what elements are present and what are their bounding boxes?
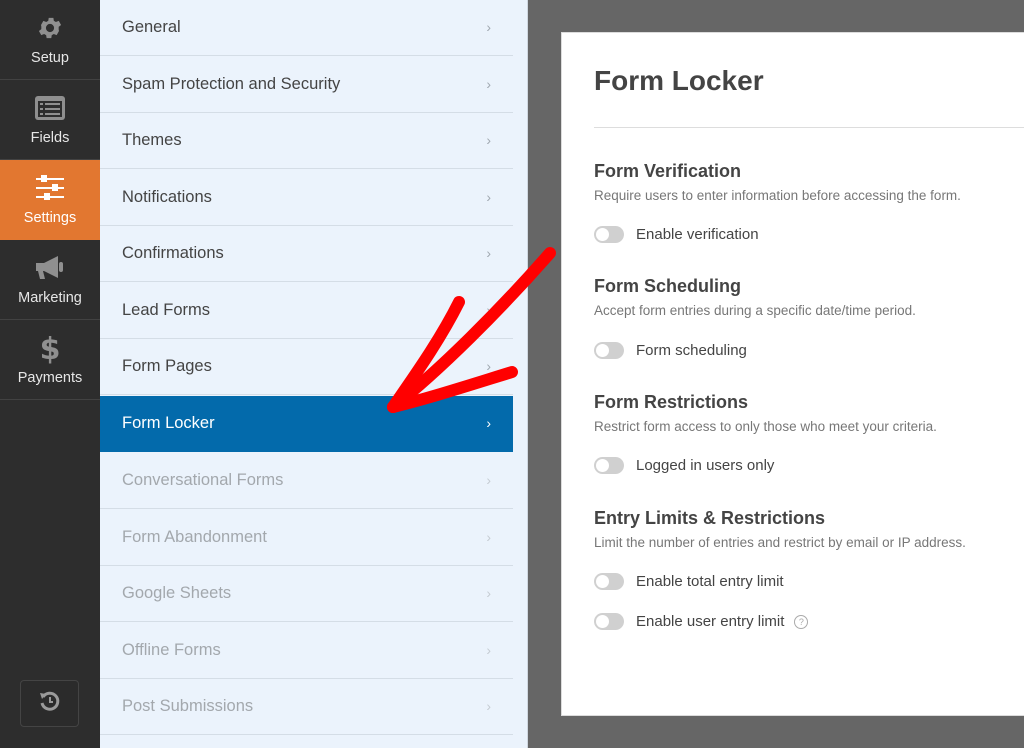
panel-item-lead-forms[interactable]: Lead Forms › bbox=[100, 283, 513, 339]
sliders-icon bbox=[34, 172, 66, 204]
panel-item-label: Notifications bbox=[122, 188, 212, 206]
chevron-right-icon: › bbox=[486, 471, 491, 488]
section-description: Limit the number of entries and restrict… bbox=[594, 535, 966, 550]
panel-item-label: Confirmations bbox=[122, 244, 224, 262]
section-heading: Entry Limits & Restrictions bbox=[594, 508, 826, 528]
chevron-right-icon: › bbox=[486, 244, 491, 261]
chevron-right-icon: › bbox=[486, 528, 491, 545]
enable-verification-toggle[interactable]: Enable verification bbox=[594, 226, 759, 243]
sidebar-item-label: Payments bbox=[17, 370, 83, 386]
section-description: Accept form entries during a specific da… bbox=[594, 303, 916, 318]
section-heading: Form Restrictions bbox=[594, 392, 749, 412]
panel-item-google-sheets[interactable]: Google Sheets › bbox=[100, 566, 513, 622]
history-icon bbox=[38, 689, 62, 718]
enable-user-entry-limit-toggle[interactable]: Enable user entry limit ? bbox=[594, 613, 809, 630]
panel-item-label: Form Abandonment bbox=[122, 528, 267, 546]
form-scheduling-toggle[interactable]: Form scheduling bbox=[594, 342, 747, 359]
sidebar-item-label: Fields bbox=[30, 130, 70, 146]
sidebar-item-settings[interactable]: Settings bbox=[0, 160, 100, 240]
sidebar-item-label: Marketing bbox=[18, 290, 82, 306]
section-description: Restrict form access to only those who m… bbox=[594, 419, 937, 434]
fields-list-icon bbox=[34, 92, 66, 124]
panel-item-spam-protection[interactable]: Spam Protection and Security › bbox=[100, 57, 513, 113]
sidebar-item-marketing[interactable]: Marketing bbox=[0, 240, 100, 320]
sidebar-item-payments[interactable]: $ Payments bbox=[0, 320, 100, 400]
panel-item-label: General bbox=[122, 18, 181, 36]
panel-item-offline-forms[interactable]: Offline Forms › bbox=[100, 623, 513, 679]
toggle-label: Form scheduling bbox=[636, 342, 747, 359]
sidebar-item-fields[interactable]: Fields bbox=[0, 80, 100, 160]
toggle-label: Enable user entry limit bbox=[636, 613, 785, 630]
dollar-icon: $ bbox=[34, 332, 66, 364]
section-description: Require users to enter information befor… bbox=[594, 188, 961, 203]
section-form-scheduling: Form Scheduling Accept form entries duri… bbox=[594, 276, 1024, 318]
panel-item-themes[interactable]: Themes › bbox=[100, 113, 513, 169]
title-divider bbox=[594, 127, 1024, 128]
svg-text:$: $ bbox=[40, 332, 61, 364]
panel-item-form-abandonment[interactable]: Form Abandonment › bbox=[100, 510, 513, 566]
panel-item-label: Spam Protection and Security bbox=[122, 75, 341, 93]
section-heading: Form Scheduling bbox=[594, 276, 742, 296]
section-entry-limits: Entry Limits & Restrictions Limit the nu… bbox=[594, 508, 1024, 550]
sidebar-item-label: Settings bbox=[23, 210, 77, 226]
sidebar-item-setup[interactable]: Setup bbox=[0, 0, 100, 80]
chevron-right-icon: › bbox=[486, 697, 491, 714]
panel-item-post-submissions[interactable]: Post Submissions › bbox=[100, 679, 513, 735]
revisions-history-button[interactable] bbox=[20, 680, 79, 727]
toggle-switch[interactable] bbox=[594, 226, 624, 243]
toggle-label: Logged in users only bbox=[636, 457, 775, 474]
section-heading: Form Verification bbox=[594, 161, 742, 181]
panel-item-notifications[interactable]: Notifications › bbox=[100, 170, 513, 226]
panel-item-label: Lead Forms bbox=[122, 301, 211, 319]
panel-item-general[interactable]: General › bbox=[100, 0, 513, 56]
panel-item-form-pages[interactable]: Form Pages › bbox=[100, 339, 513, 395]
megaphone-icon bbox=[34, 252, 66, 284]
logged-in-users-only-toggle[interactable]: Logged in users only bbox=[594, 457, 774, 474]
builder-sidebar: Setup Fields Settings Marketing $ Paymen… bbox=[0, 0, 100, 748]
page-title: Form Locker bbox=[594, 65, 764, 96]
chevron-right-icon: › bbox=[486, 414, 491, 431]
panel-item-form-locker[interactable]: Form Locker › bbox=[100, 396, 513, 452]
chevron-right-icon: › bbox=[486, 584, 491, 601]
toggle-label: Enable total entry limit bbox=[636, 573, 784, 590]
chevron-right-icon: › bbox=[486, 131, 491, 148]
chevron-right-icon: › bbox=[486, 641, 491, 658]
panel-item-label: Themes bbox=[122, 131, 182, 149]
gear-icon bbox=[34, 12, 66, 44]
form-locker-settings-card: Form Locker Form Verification Require us… bbox=[561, 32, 1024, 716]
panel-item-label: Google Sheets bbox=[122, 584, 232, 602]
help-icon[interactable]: ? bbox=[794, 614, 809, 629]
panel-item-conversational-forms[interactable]: Conversational Forms › bbox=[100, 453, 513, 509]
section-form-verification: Form Verification Require users to enter… bbox=[594, 161, 1024, 203]
panel-item-confirmations[interactable]: Confirmations › bbox=[100, 226, 513, 282]
enable-total-entry-limit-toggle[interactable]: Enable total entry limit bbox=[594, 573, 784, 590]
chevron-right-icon: › bbox=[486, 188, 491, 205]
toggle-switch[interactable] bbox=[594, 342, 624, 359]
toggle-label: Enable verification bbox=[636, 226, 759, 243]
settings-panel-list: General › Spam Protection and Security › T… bbox=[100, 0, 528, 748]
toggle-switch[interactable] bbox=[594, 457, 624, 474]
panel-item-label: Form Locker bbox=[122, 414, 215, 432]
panel-item-label: Post Submissions bbox=[122, 697, 254, 715]
section-form-restrictions: Form Restrictions Restrict form access t… bbox=[594, 392, 1024, 434]
toggle-switch[interactable] bbox=[594, 573, 624, 590]
chevron-right-icon: › bbox=[486, 18, 491, 35]
panel-item-label: Form Pages bbox=[122, 357, 212, 375]
panel-item-label: Offline Forms bbox=[122, 641, 221, 659]
chevron-right-icon: › bbox=[486, 301, 491, 318]
panel-item-label: Conversational Forms bbox=[122, 471, 284, 489]
sidebar-item-label: Setup bbox=[31, 50, 69, 66]
chevron-right-icon: › bbox=[486, 357, 491, 374]
toggle-switch[interactable] bbox=[594, 613, 624, 630]
chevron-right-icon: › bbox=[486, 75, 491, 92]
